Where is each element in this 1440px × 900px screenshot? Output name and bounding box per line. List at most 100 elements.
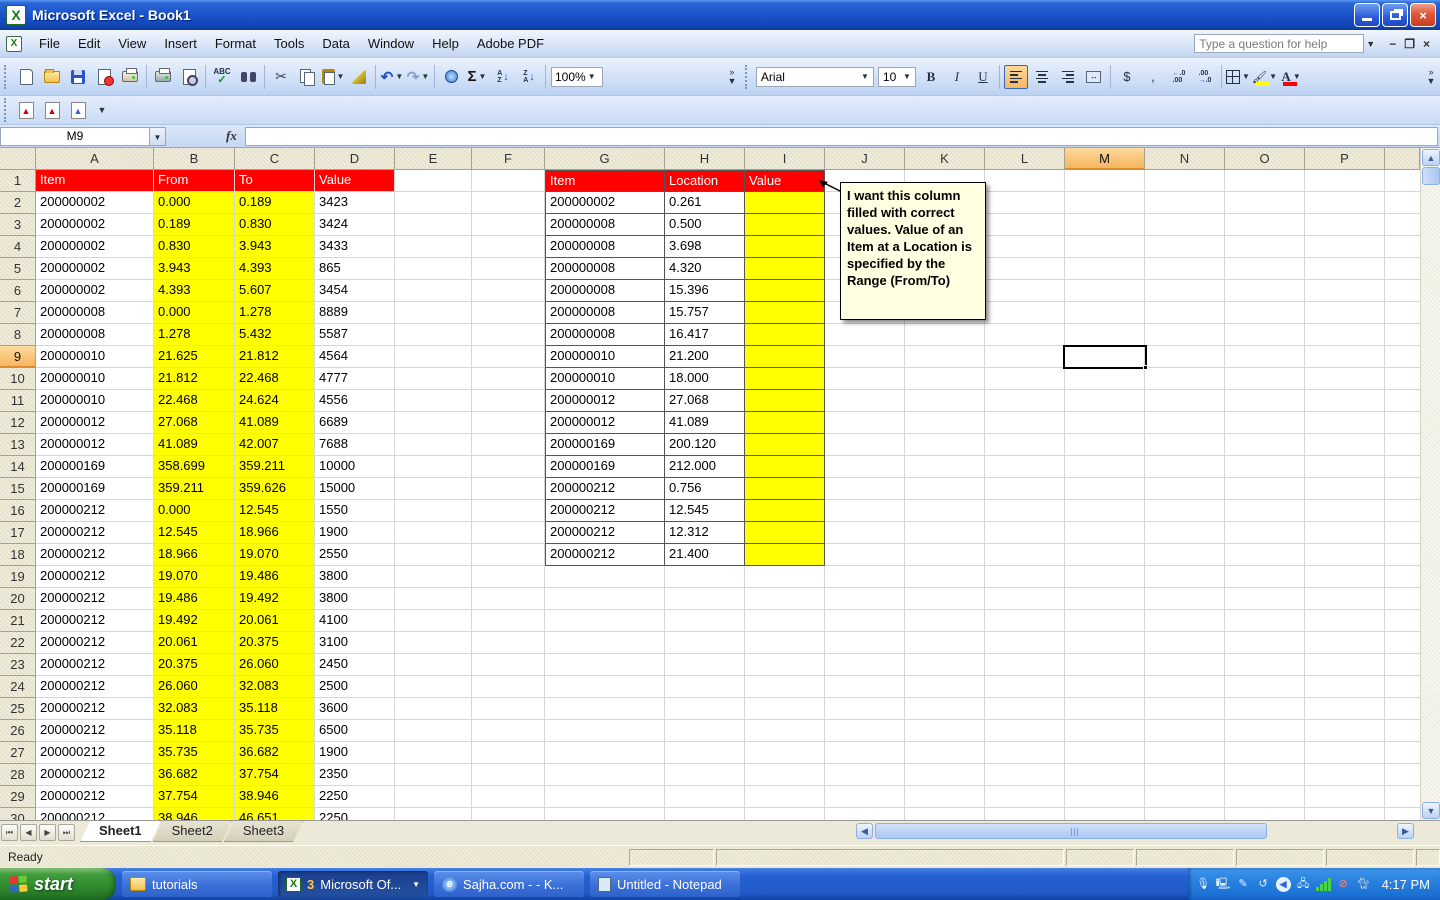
row-header-17[interactable]: 17 bbox=[0, 522, 36, 544]
toolbar-overflow-icon[interactable]: »▼ bbox=[725, 68, 739, 86]
column-header-E[interactable]: E bbox=[395, 148, 472, 170]
cell-K29[interactable] bbox=[905, 786, 985, 808]
cell-P4[interactable] bbox=[1305, 236, 1385, 258]
cell-M8[interactable] bbox=[1065, 324, 1145, 346]
row-header-6[interactable]: 6 bbox=[0, 280, 36, 302]
cell-L11[interactable] bbox=[985, 390, 1065, 412]
cell-M19[interactable] bbox=[1065, 566, 1145, 588]
cell-O25[interactable] bbox=[1225, 698, 1305, 720]
cell-C3[interactable]: 0.830 bbox=[235, 214, 315, 236]
cell-M23[interactable] bbox=[1065, 654, 1145, 676]
cell-E21[interactable] bbox=[395, 610, 472, 632]
cell-M14[interactable] bbox=[1065, 456, 1145, 478]
taskbar-button-browser[interactable]: e Sajha.com - - K... bbox=[434, 871, 584, 897]
column-header-C[interactable]: C bbox=[235, 148, 315, 170]
cell-A24[interactable]: 200000212 bbox=[36, 676, 154, 698]
row-header-27[interactable]: 27 bbox=[0, 742, 36, 764]
cell-H21[interactable] bbox=[665, 610, 745, 632]
column-header-K[interactable]: K bbox=[905, 148, 985, 170]
format-painter-button[interactable] bbox=[347, 65, 371, 89]
cell-N25[interactable] bbox=[1145, 698, 1225, 720]
cell-K21[interactable] bbox=[905, 610, 985, 632]
cell-H8[interactable]: 16.417 bbox=[665, 324, 745, 346]
cell-I13[interactable] bbox=[745, 434, 825, 456]
cell-N6[interactable] bbox=[1145, 280, 1225, 302]
cell-G1[interactable]: Item bbox=[545, 170, 665, 192]
print-button[interactable] bbox=[151, 65, 175, 89]
paste-button[interactable]: ▼ bbox=[321, 65, 345, 89]
cell-B11[interactable]: 22.468 bbox=[154, 390, 235, 412]
tray-network-icon[interactable]: 🖧︎ bbox=[1296, 877, 1311, 892]
cell-D25[interactable]: 3600 bbox=[315, 698, 395, 720]
cell-L25[interactable] bbox=[985, 698, 1065, 720]
cell-B4[interactable]: 0.830 bbox=[154, 236, 235, 258]
cell-H13[interactable]: 200.120 bbox=[665, 434, 745, 456]
row-header-4[interactable]: 4 bbox=[0, 236, 36, 258]
cell-C13[interactable]: 42.007 bbox=[235, 434, 315, 456]
menu-edit[interactable]: Edit bbox=[69, 32, 109, 55]
taskbar-button-tutorials[interactable]: tutorials bbox=[122, 871, 272, 897]
cell-C16[interactable]: 12.545 bbox=[235, 500, 315, 522]
cell-C18[interactable]: 19.070 bbox=[235, 544, 315, 566]
vertical-scrollbar[interactable]: ▲ ▼ bbox=[1420, 148, 1440, 820]
cell-K11[interactable] bbox=[905, 390, 985, 412]
menu-data[interactable]: Data bbox=[313, 32, 358, 55]
cell-G19[interactable] bbox=[545, 566, 665, 588]
first-sheet-icon[interactable]: ⏮ bbox=[1, 824, 18, 841]
insert-function-icon[interactable]: fx bbox=[226, 128, 237, 144]
cell-E10[interactable] bbox=[395, 368, 472, 390]
cell-M24[interactable] bbox=[1065, 676, 1145, 698]
menu-help[interactable]: Help bbox=[423, 32, 468, 55]
cell-K22[interactable] bbox=[905, 632, 985, 654]
cell-J11[interactable] bbox=[825, 390, 905, 412]
cell-I6[interactable] bbox=[745, 280, 825, 302]
cell-K28[interactable] bbox=[905, 764, 985, 786]
cell-C24[interactable]: 32.083 bbox=[235, 676, 315, 698]
cell-D3[interactable]: 3424 bbox=[315, 214, 395, 236]
undo-button[interactable]: ↶▼ bbox=[380, 65, 404, 89]
cell-F5[interactable] bbox=[472, 258, 545, 280]
cell-E18[interactable] bbox=[395, 544, 472, 566]
cell-E3[interactable] bbox=[395, 214, 472, 236]
cell-L17[interactable] bbox=[985, 522, 1065, 544]
cell-E27[interactable] bbox=[395, 742, 472, 764]
tab-sheet3[interactable]: Sheet3 bbox=[224, 821, 303, 842]
cell-N14[interactable] bbox=[1145, 456, 1225, 478]
comment-box[interactable]: I want this column filled with correct v… bbox=[840, 182, 986, 320]
scroll-up-icon[interactable]: ▲ bbox=[1422, 149, 1440, 166]
tray-signal-icon[interactable] bbox=[1316, 878, 1331, 891]
cell-F16[interactable] bbox=[472, 500, 545, 522]
cell-E13[interactable] bbox=[395, 434, 472, 456]
cell-F24[interactable] bbox=[472, 676, 545, 698]
cell-C27[interactable]: 36.682 bbox=[235, 742, 315, 764]
cell-K14[interactable] bbox=[905, 456, 985, 478]
cell-G2[interactable]: 200000002 bbox=[545, 192, 665, 214]
cell-E25[interactable] bbox=[395, 698, 472, 720]
cell-O29[interactable] bbox=[1225, 786, 1305, 808]
cell-K12[interactable] bbox=[905, 412, 985, 434]
cell-C5[interactable]: 4.393 bbox=[235, 258, 315, 280]
cell-I5[interactable] bbox=[745, 258, 825, 280]
cell-D28[interactable]: 2350 bbox=[315, 764, 395, 786]
help-dropdown-icon[interactable]: ▼ bbox=[1364, 39, 1377, 49]
cell-H27[interactable] bbox=[665, 742, 745, 764]
row-header-25[interactable]: 25 bbox=[0, 698, 36, 720]
cell-H15[interactable]: 0.756 bbox=[665, 478, 745, 500]
cell-O9[interactable] bbox=[1225, 346, 1305, 368]
cell-I14[interactable] bbox=[745, 456, 825, 478]
cell-N20[interactable] bbox=[1145, 588, 1225, 610]
cell-O6[interactable] bbox=[1225, 280, 1305, 302]
cell-D20[interactable]: 3800 bbox=[315, 588, 395, 610]
cell-M15[interactable] bbox=[1065, 478, 1145, 500]
cell-N10[interactable] bbox=[1145, 368, 1225, 390]
cell-C4[interactable]: 3.943 bbox=[235, 236, 315, 258]
cell-C26[interactable]: 35.735 bbox=[235, 720, 315, 742]
cell-H7[interactable]: 15.757 bbox=[665, 302, 745, 324]
cell-H4[interactable]: 3.698 bbox=[665, 236, 745, 258]
cell-G5[interactable]: 200000008 bbox=[545, 258, 665, 280]
align-center-button[interactable] bbox=[1030, 65, 1054, 89]
cell-M18[interactable] bbox=[1065, 544, 1145, 566]
tray-collapse-chevron-icon[interactable]: ◀ bbox=[1276, 877, 1291, 892]
cell-M17[interactable] bbox=[1065, 522, 1145, 544]
cell-F19[interactable] bbox=[472, 566, 545, 588]
